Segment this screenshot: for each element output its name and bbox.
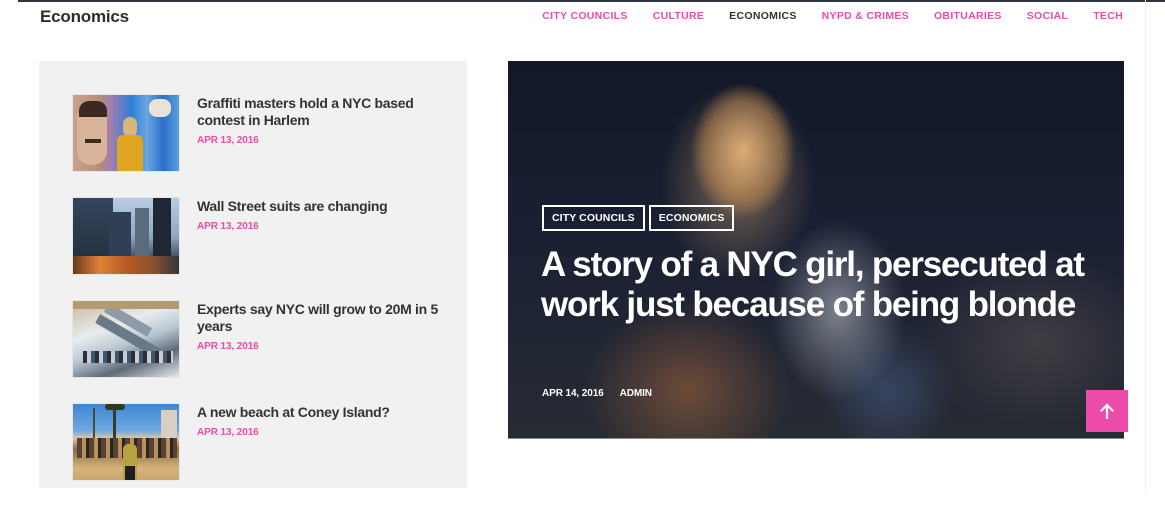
hero-meta: APR 14, 2016 ADMIN xyxy=(542,388,652,399)
item-date: APR 13, 2016 xyxy=(197,341,259,352)
featured-article[interactable]: CITY COUNCILS ECONOMICS A story of a NYC… xyxy=(508,61,1124,439)
list-item[interactable]: Experts say NYC will grow to 20M in 5 ye… xyxy=(72,300,447,378)
arrow-up-icon xyxy=(1100,403,1114,419)
graffiti-image[interactable] xyxy=(72,94,180,172)
nav-item-culture[interactable]: CULTURE xyxy=(653,10,704,22)
top-divider xyxy=(18,0,1165,2)
category-nav: CITY COUNCILS CULTURE ECONOMICS NYPD & C… xyxy=(517,10,1123,22)
item-title[interactable]: Wall Street suits are changing xyxy=(197,198,388,215)
article-list-panel: Graffiti masters hold a NYC based contes… xyxy=(39,61,467,488)
item-date: APR 13, 2016 xyxy=(197,427,259,438)
city-buildings-image[interactable] xyxy=(72,197,180,275)
nav-item-social[interactable]: SOCIAL xyxy=(1027,10,1068,22)
list-item[interactable]: Wall Street suits are changing APR 13, 2… xyxy=(72,197,447,275)
nav-item-economics[interactable]: ECONOMICS xyxy=(729,10,796,22)
item-date: APR 13, 2016 xyxy=(197,221,259,232)
hero-title[interactable]: A story of a NYC girl, persecuted at wor… xyxy=(541,245,1101,325)
hero-author[interactable]: ADMIN xyxy=(620,388,652,399)
tag-economics[interactable]: ECONOMICS xyxy=(648,205,735,231)
nav-item-city-councils[interactable]: CITY COUNCILS xyxy=(542,10,627,22)
nav-item-nypd-crimes[interactable]: NYPD & CRIMES xyxy=(822,10,909,22)
section-title: Economics xyxy=(40,7,129,26)
crowd-escalator-image[interactable] xyxy=(72,300,180,378)
tag-city-councils[interactable]: CITY COUNCILS xyxy=(542,205,645,231)
hero-date: APR 14, 2016 xyxy=(542,388,604,399)
back-to-top-button[interactable] xyxy=(1086,390,1128,432)
item-title[interactable]: Graffiti masters hold a NYC based contes… xyxy=(197,95,447,129)
list-item[interactable]: A new beach at Coney Island? APR 13, 201… xyxy=(72,403,447,481)
beach-boardwalk-image[interactable] xyxy=(72,403,180,481)
right-divider xyxy=(1145,0,1146,490)
item-title[interactable]: Experts say NYC will grow to 20M in 5 ye… xyxy=(197,301,447,335)
item-title[interactable]: A new beach at Coney Island? xyxy=(197,404,390,421)
nav-item-obituaries[interactable]: OBITUARIES xyxy=(934,10,1002,22)
item-date: APR 13, 2016 xyxy=(197,135,259,146)
nav-item-tech[interactable]: TECH xyxy=(1093,10,1123,22)
hero-tags: CITY COUNCILS ECONOMICS xyxy=(542,205,735,231)
list-item[interactable]: Graffiti masters hold a NYC based contes… xyxy=(72,94,447,172)
